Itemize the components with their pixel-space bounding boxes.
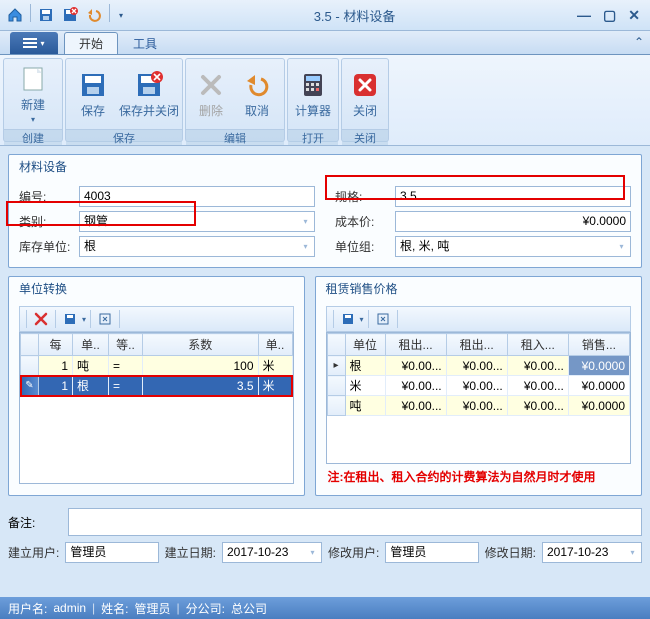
price-toolbar: ▾ (326, 306, 632, 332)
group-open-label: 打开 (288, 129, 338, 145)
home-icon[interactable] (4, 4, 26, 26)
maximize-button[interactable]: ▢ (603, 7, 616, 24)
table-row[interactable]: 米 ¥0.00... ¥0.00... ¥0.00... ¥0.0000 (327, 376, 630, 396)
price-title: 租赁销售价格 (316, 277, 642, 300)
edit-row-indicator-icon: ✎ (21, 376, 39, 396)
status-name-label: 姓名: (101, 600, 128, 617)
tab-tools[interactable]: 工具 (118, 32, 172, 54)
dropdown-icon[interactable]: ▾ (614, 238, 629, 255)
group-edit-label: 编辑 (186, 129, 284, 145)
content-area: 材料设备 编号: 4003 规格: 3.5 类别: 钢管▾ 成本价: ¥0.00… (0, 146, 650, 597)
status-branch-label: 分公司: (186, 600, 225, 617)
new-button[interactable]: 新建 ▾ (6, 61, 60, 127)
undo-icon (242, 70, 272, 100)
save-icon (78, 70, 108, 100)
new-icon (18, 64, 48, 94)
close-button[interactable]: ✕ (628, 7, 640, 24)
cost-field[interactable]: ¥0.0000 (395, 211, 631, 232)
quick-access-toolbar: ▾ (0, 2, 132, 28)
remark-row: 备注: (8, 508, 642, 536)
price-note: 注:在租出、租入合约的计费算法为自然月时才使用 (326, 464, 632, 485)
dropdown-icon[interactable]: ▾ (298, 238, 313, 255)
material-panel: 材料设备 编号: 4003 规格: 3.5 类别: 钢管▾ 成本价: ¥0.00… (8, 154, 642, 268)
unitconv-toolbar: ▾ (19, 306, 294, 332)
save-icon[interactable] (35, 4, 57, 26)
export-icon[interactable] (60, 309, 80, 329)
dropdown-icon[interactable]: ▾ (625, 544, 640, 561)
group-create-label: 创建 (4, 129, 62, 145)
create-date-label: 建立日期: (165, 544, 216, 561)
close-window-button[interactable]: 关闭 (344, 61, 386, 127)
unitconv-title: 单位转换 (9, 277, 304, 300)
remark-label: 备注: (8, 514, 68, 531)
price-grid[interactable]: 单位 租出... 租出... 租入... 销售... ▸ 根 ¥0.00... … (326, 332, 632, 464)
unitgroup-label: 单位组: (335, 238, 395, 255)
create-date-field[interactable]: 2017-10-23▾ (222, 542, 322, 563)
delete-row-icon[interactable] (31, 309, 51, 329)
stockunit-label: 库存单位: (19, 238, 79, 255)
refresh-icon[interactable] (373, 309, 393, 329)
mod-user-label: 修改用户: (328, 544, 379, 561)
status-user-label: 用户名: (8, 600, 47, 617)
current-row-indicator-icon: ▸ (327, 356, 345, 376)
code-label: 编号: (19, 188, 79, 205)
unitgroup-field[interactable]: 根, 米, 吨▾ (395, 236, 631, 257)
save-close-icon[interactable] (59, 4, 81, 26)
unitconv-grid[interactable]: 每 单.. 等.. 系数 单.. 1 吨 = 100 米 (19, 332, 294, 484)
mod-date-label: 修改日期: (485, 544, 536, 561)
qat-customize-icon[interactable]: ▾ (114, 4, 128, 26)
code-field[interactable]: 4003 (79, 186, 315, 207)
cancel-button[interactable]: 取消 (234, 61, 280, 127)
price-panel: 租赁销售价格 ▾ 单位 (315, 276, 643, 496)
tab-start[interactable]: 开始 (64, 32, 118, 54)
status-branch: 总公司 (231, 600, 267, 617)
grid-header-row: 单位 租出... 租出... 租入... 销售... (327, 334, 630, 356)
stockunit-field[interactable]: 根▾ (79, 236, 315, 257)
meta-row: 建立用户: 管理员 建立日期: 2017-10-23▾ 修改用户: 管理员 修改… (8, 540, 642, 565)
category-field[interactable]: 钢管▾ (79, 211, 315, 232)
group-save-label: 保存 (66, 129, 182, 145)
spec-label: 规格: (335, 188, 395, 205)
status-user: admin (53, 601, 86, 615)
app-menu-button[interactable]: ▾ (10, 32, 58, 54)
dropdown-icon[interactable]: ▾ (305, 544, 320, 561)
status-name: 管理员 (135, 600, 171, 617)
remark-field[interactable] (68, 508, 642, 536)
window-title: 3.5 - 材料设备 (132, 6, 577, 25)
save-close-icon (134, 70, 164, 100)
ribbon-tabstrip: ▾ 开始 工具 ⌃ (0, 31, 650, 55)
delete-icon (196, 70, 226, 100)
grid-header-row: 每 单.. 等.. 系数 单.. (21, 334, 293, 356)
export-icon[interactable] (338, 309, 358, 329)
window-controls: — ▢ ✕ (577, 7, 650, 24)
calculator-icon (298, 70, 328, 100)
table-row[interactable]: 1 吨 = 100 米 (21, 356, 293, 376)
dropdown-icon[interactable]: ▾ (298, 213, 313, 230)
ribbon: 新建 ▾ 创建 保存 保存并关闭 保存 删除 取消 (0, 55, 650, 146)
calculator-button[interactable]: 计算器 (290, 61, 336, 127)
table-row[interactable]: 吨 ¥0.00... ¥0.00... ¥0.00... ¥0.0000 (327, 396, 630, 416)
create-user-field[interactable]: 管理员 (65, 542, 158, 563)
mod-date-field[interactable]: 2017-10-23▾ (542, 542, 642, 563)
refresh-icon[interactable] (95, 309, 115, 329)
spec-field[interactable]: 3.5 (395, 186, 631, 207)
save-button[interactable]: 保存 (68, 61, 118, 127)
unitconv-panel: 单位转换 ▾ (8, 276, 305, 496)
create-user-label: 建立用户: (8, 544, 59, 561)
save-close-button[interactable]: 保存并关闭 (118, 61, 180, 127)
minimize-button[interactable]: — (577, 7, 591, 24)
table-row[interactable]: ▸ 根 ¥0.00... ¥0.00... ¥0.00... ¥0.0000 (327, 356, 630, 376)
statusbar: 用户名: admin | 姓名: 管理员 | 分公司: 总公司 (0, 597, 650, 619)
group-close-label: 关闭 (342, 129, 388, 145)
delete-button: 删除 (188, 61, 234, 127)
table-row[interactable]: ✎ 1 根 = 3.5 米 (21, 376, 293, 396)
close-icon (350, 70, 380, 100)
cost-label: 成本价: (335, 213, 395, 230)
undo-icon[interactable] (83, 4, 105, 26)
ribbon-collapse-icon[interactable]: ⌃ (634, 35, 644, 49)
mod-user-field[interactable]: 管理员 (385, 542, 478, 563)
category-label: 类别: (19, 213, 79, 230)
material-panel-title: 材料设备 (9, 155, 641, 178)
titlebar: ▾ 3.5 - 材料设备 — ▢ ✕ (0, 0, 650, 31)
